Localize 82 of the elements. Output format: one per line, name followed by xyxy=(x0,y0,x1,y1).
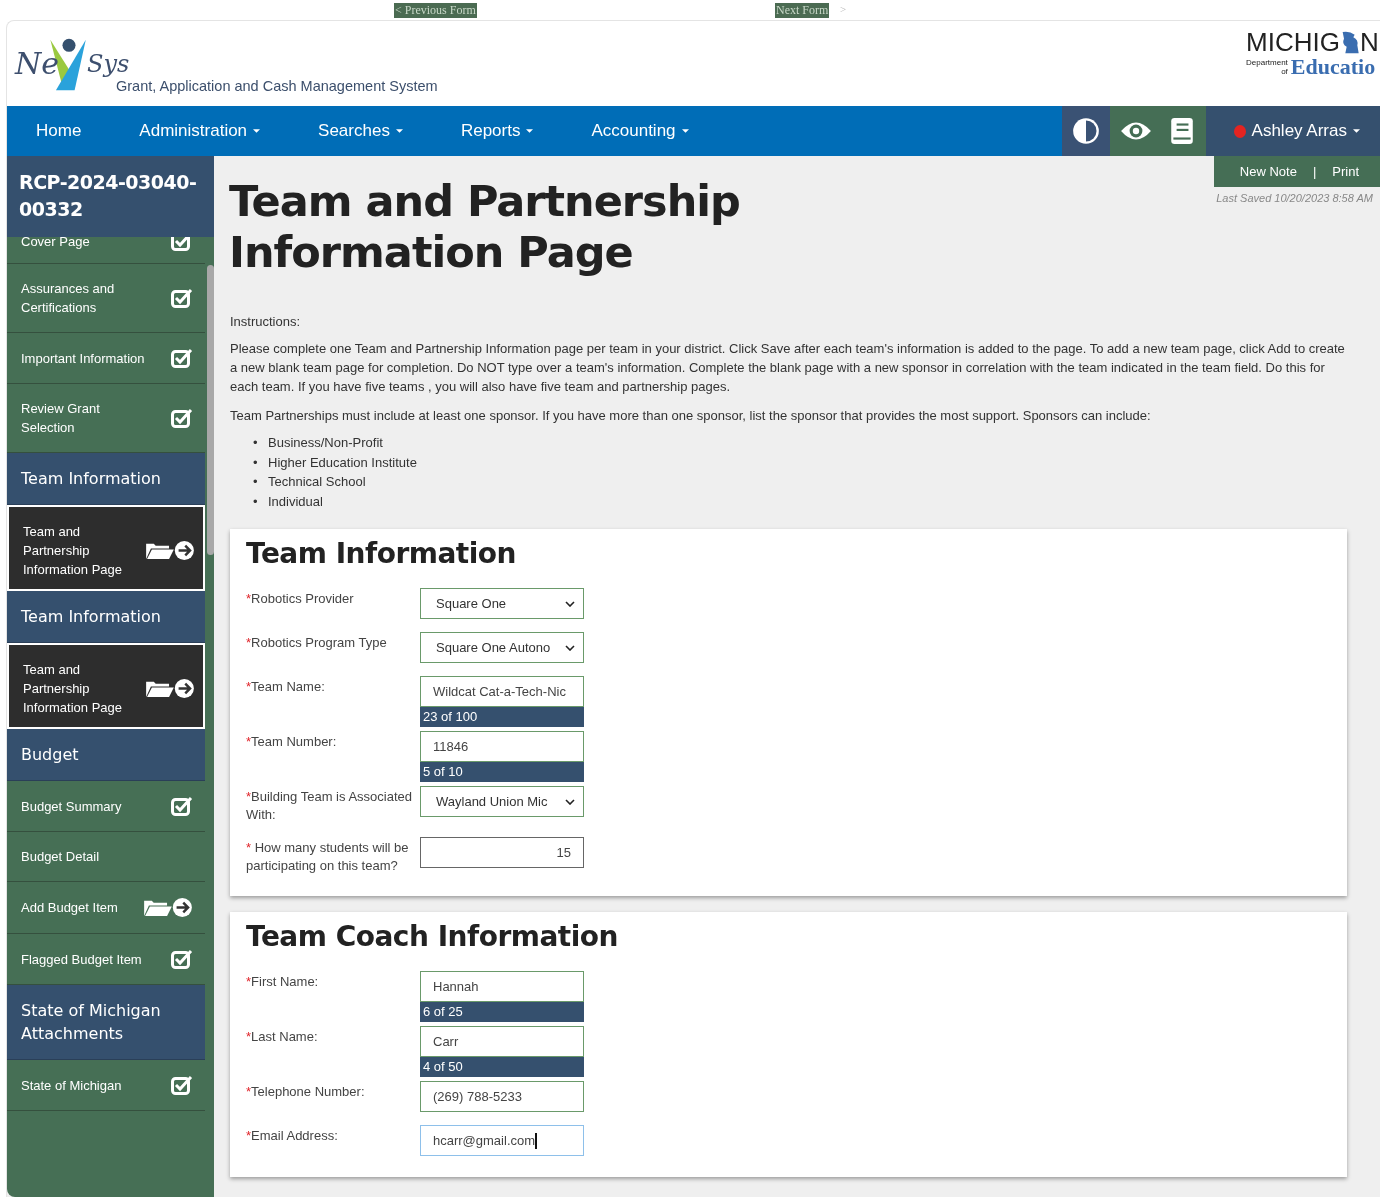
character-counter: 6 of 25 xyxy=(420,1002,584,1022)
bullet: • xyxy=(253,492,259,511)
checkbox-checked-icon xyxy=(171,348,193,368)
instructions-label: Instructions: xyxy=(230,314,302,329)
print-link[interactable]: Print xyxy=(1332,164,1359,179)
field-label: *Team Number: xyxy=(246,733,338,751)
checkbox-checked-icon xyxy=(171,949,193,969)
text-field[interactable]: (269) 788-5233 xyxy=(420,1081,584,1112)
field-label: *Last Name: xyxy=(246,1028,319,1046)
sidebar-section-header: Team Information xyxy=(7,453,205,505)
system-subtitle: Grant, Application and Cash Management System xyxy=(116,78,438,94)
sponsor-type-item: Business/Non-Profit xyxy=(268,434,383,452)
text-field[interactable]: Hannah xyxy=(420,971,584,1002)
sidebar-item[interactable]: Add Budget Item xyxy=(7,882,205,934)
checkbox-checked-icon xyxy=(171,237,193,251)
folder-arrow-icon xyxy=(143,897,193,918)
section-title: Team Information xyxy=(246,537,517,570)
sidebar-item[interactable]: Budget Summary xyxy=(7,781,205,832)
checkbox-checked-icon xyxy=(171,796,193,816)
sidebar-item[interactable]: Assurances and Certifications xyxy=(7,264,205,333)
last-saved-text: Last Saved 10/20/2023 8:58 AM xyxy=(1216,192,1373,204)
scrollbar[interactable] xyxy=(207,265,214,555)
instructions-paragraph: Please complete one Team and Partnership Information page per team in your district. Click Save after each team's information is added to the page. To add a new team page, click Add to create a new blank team page for completion. Do NOT type over a team's information. Complete the blank page with a new sponsor in correlation with the team indicated in the team field. Do this for each team. If you have five teams , you will also have five team and partnership pages. xyxy=(230,340,1346,396)
next-form-link[interactable]: Next Form xyxy=(775,3,830,18)
dropdown-field[interactable]: Square One xyxy=(420,588,584,619)
nav-menu-item[interactable]: Accounting xyxy=(562,121,718,141)
folder-arrow-icon xyxy=(145,540,195,561)
field-label: *Building Team is Associated With: xyxy=(246,788,413,824)
sponsor-type-item: Higher Education Institute xyxy=(268,453,417,472)
field-label: *First Name: xyxy=(246,973,320,991)
bullet: • xyxy=(253,434,259,452)
chevron-down-icon xyxy=(565,600,575,607)
text-field[interactable]: Carr xyxy=(420,1026,584,1057)
sponsor-type-item: Individual xyxy=(268,492,323,511)
caret-icon xyxy=(1353,129,1360,133)
application-id: RCP-2024-03040-00332 xyxy=(7,156,214,237)
page-title: Team and Partnership Information Page xyxy=(229,176,741,278)
contrast-icon[interactable] xyxy=(1071,117,1100,145)
sidebar-item[interactable]: Team and Partnership Information Page xyxy=(7,505,205,591)
number-field[interactable]: 15 xyxy=(420,837,584,868)
character-counter: 5 of 10 xyxy=(420,762,584,782)
checkbox-checked-icon xyxy=(171,408,193,428)
field-label: *Email Address: xyxy=(246,1127,339,1145)
field-label: * How many students will be participating on this team? xyxy=(246,839,410,875)
sidebar-section-header: Team Information xyxy=(7,591,205,643)
bullet: • xyxy=(253,473,259,491)
field-label: *Telephone Number: xyxy=(246,1083,366,1101)
text-field[interactable]: 11846 xyxy=(420,731,584,762)
sidebar-item[interactable]: Important Information xyxy=(7,333,205,384)
chevron-down-icon xyxy=(565,644,575,651)
dropdown-field[interactable]: Square One Autono xyxy=(420,632,584,663)
text-field[interactable]: hcarr@gmail.com xyxy=(420,1125,584,1156)
nav-menu-item[interactable]: Searches xyxy=(289,121,432,141)
previous-form-link[interactable]: < Previous Form xyxy=(394,3,477,18)
sidebar-section-header: State of Michigan Attachments xyxy=(7,985,205,1060)
sidebar-item[interactable]: State of Michigan xyxy=(7,1060,205,1111)
bullet: • xyxy=(253,453,259,472)
nav-menu-item[interactable]: Reports xyxy=(431,121,563,141)
sidebar-item[interactable]: Budget Detail xyxy=(7,832,205,882)
chevron-down-icon xyxy=(565,798,575,805)
dropdown-field[interactable]: Wayland Union Mic xyxy=(420,786,584,817)
sidebar-item[interactable]: Cover Page xyxy=(7,237,205,264)
sidebar-item[interactable]: Team and Partnership Information Page xyxy=(7,643,205,729)
checkbox-checked-icon xyxy=(171,288,193,308)
text-field[interactable]: Wildcat Cat-a-Tech-Nic xyxy=(420,676,584,707)
checkbox-checked-icon xyxy=(171,1075,193,1095)
nav-menu-item[interactable]: Administration xyxy=(110,121,290,141)
folder-arrow-icon xyxy=(145,678,195,699)
section-title: Team Coach Information xyxy=(246,920,619,953)
new-note-link[interactable]: New Note xyxy=(1239,164,1297,179)
next-arrow: > xyxy=(840,3,847,15)
character-counter: 4 of 50 xyxy=(420,1057,584,1077)
field-label: *Team Name: xyxy=(246,678,326,696)
instructions-paragraph: Team Partnerships must include at least one sponsor. If you have more than one sponsor, list the sponsor that provides the most support. Sponsors can include: xyxy=(230,407,1152,425)
separator: | xyxy=(1312,164,1317,179)
field-label: *Robotics Program Type xyxy=(246,634,388,652)
nav-menu-item[interactable]: Home xyxy=(7,121,111,141)
user-menu[interactable]: Ashley Arras xyxy=(1205,106,1380,156)
character-counter: 23 of 100 xyxy=(420,707,584,727)
field-label: *Robotics Provider xyxy=(246,590,355,608)
sponsor-type-item: Technical School xyxy=(268,473,366,491)
sidebar-section-header: Budget xyxy=(7,729,205,781)
